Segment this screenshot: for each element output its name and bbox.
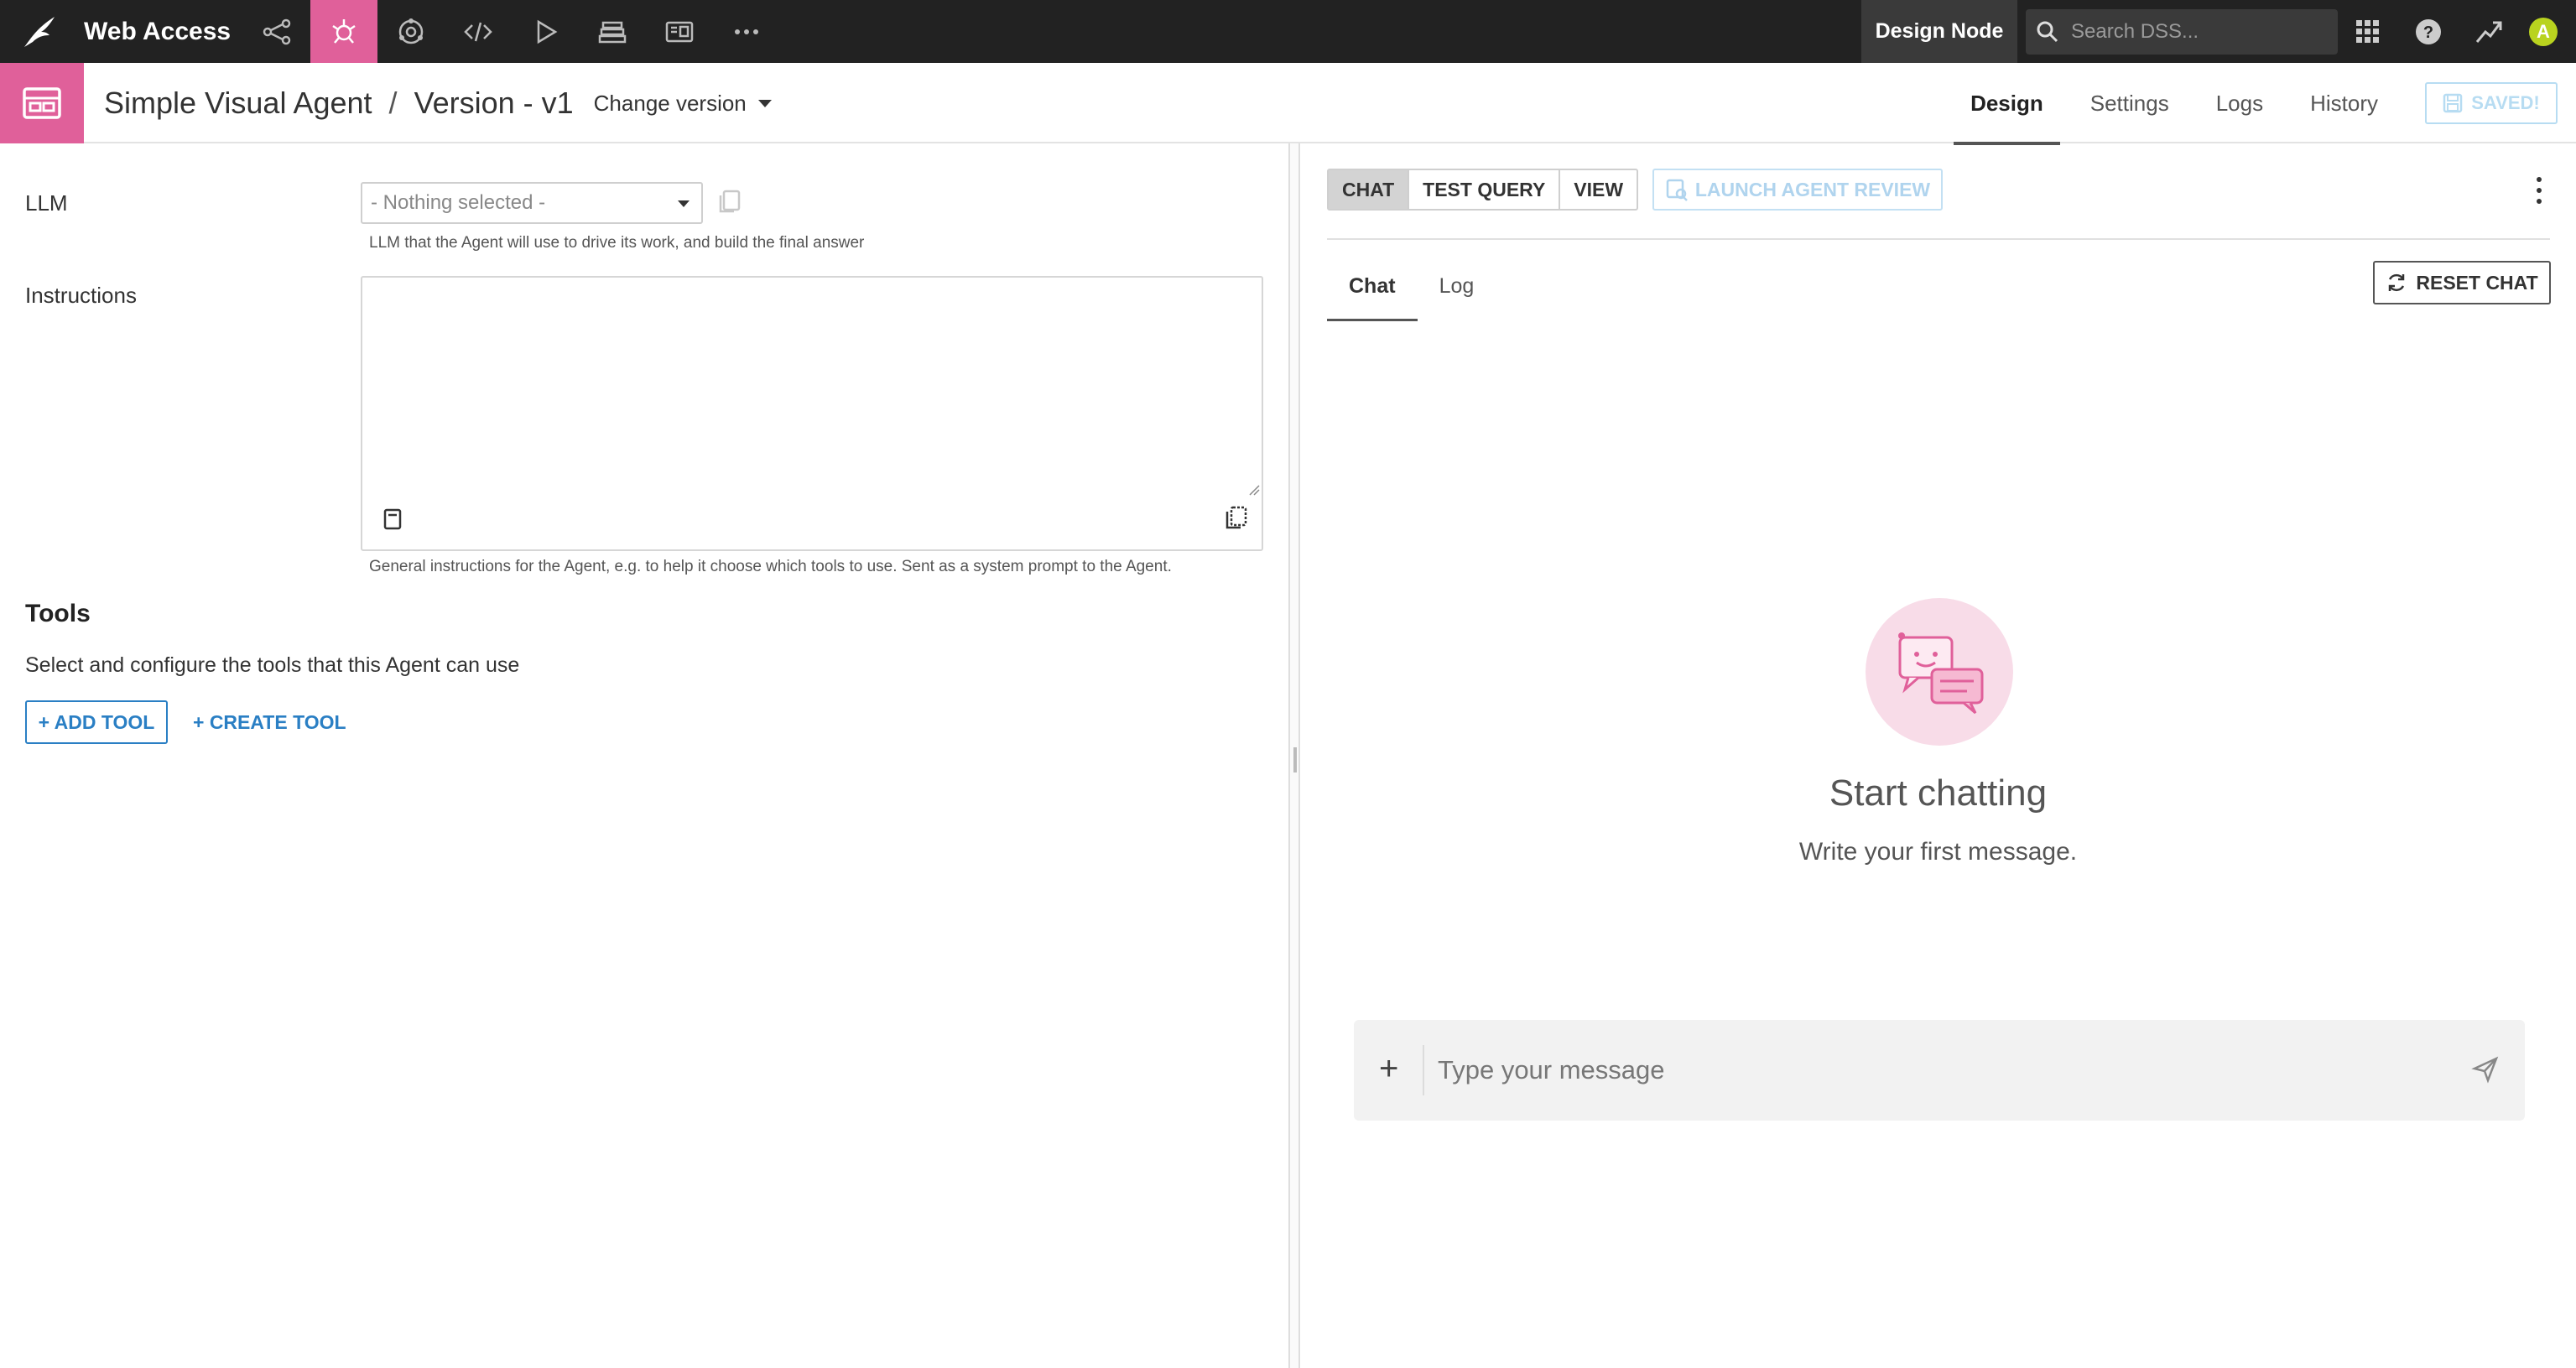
- composer-separator: [1423, 1045, 1424, 1095]
- instructions-help-text: General instructions for the Agent, e.g.…: [369, 558, 1172, 575]
- caret-down-icon: [678, 200, 690, 207]
- help-icon[interactable]: ?: [2398, 0, 2459, 63]
- chat-bubbles-icon: [1866, 598, 2013, 746]
- splitter-grip-icon[interactable]: [1293, 747, 1297, 772]
- chat-pane: CHAT TEST QUERY VIEW LAUNCH AGENT REVIEW…: [1300, 143, 2576, 1368]
- agent-object-icon: [0, 63, 84, 143]
- subtab-log[interactable]: Log: [1418, 251, 1496, 321]
- tab-history[interactable]: History: [2293, 63, 2395, 143]
- bird-logo-icon[interactable]: [18, 11, 60, 53]
- saved-button[interactable]: SAVED!: [2425, 82, 2558, 124]
- version-name: Version - v1: [414, 86, 574, 120]
- instructions-textarea[interactable]: [362, 278, 1262, 497]
- header-tabs: Design Settings Logs History SAVED!: [1947, 63, 2576, 145]
- breadcrumb: Simple Visual Agent / Version - v1 Chang…: [104, 63, 772, 143]
- apps-grid-icon[interactable]: [2338, 0, 2398, 63]
- mode-view-button[interactable]: VIEW: [1560, 170, 1637, 209]
- llm-selected-value: - Nothing selected -: [371, 191, 546, 214]
- object-name[interactable]: Simple Visual Agent: [104, 86, 372, 121]
- pane-splitter[interactable]: [1288, 143, 1300, 1368]
- caret-down-icon: [757, 99, 772, 107]
- search-box[interactable]: [2026, 8, 2338, 55]
- tab-design[interactable]: Design: [1954, 63, 2060, 145]
- breadcrumb-separator: /: [388, 86, 398, 120]
- message-input[interactable]: [1438, 1045, 2428, 1095]
- more-icon[interactable]: [713, 0, 780, 63]
- topbar-right: Design Node ? A: [1861, 0, 2576, 63]
- mode-chat-button[interactable]: CHAT: [1329, 170, 1410, 209]
- copy-icon[interactable]: [1225, 505, 1248, 534]
- agent-icon[interactable]: [310, 0, 377, 63]
- node-label[interactable]: Design Node: [1861, 0, 2017, 63]
- change-version-label: Change version: [593, 90, 747, 116]
- more-options-icon[interactable]: [2529, 174, 2549, 207]
- app-root: Web Access Design Node Search DSS... ? A…: [0, 0, 2576, 1368]
- deploy-icon[interactable]: [579, 0, 646, 63]
- instructions-box: [361, 276, 1263, 551]
- llm-help-text: LLM that the Agent will use to drive its…: [369, 234, 865, 252]
- subtab-chat[interactable]: Chat: [1327, 251, 1418, 321]
- agent-design-form: LLM - Nothing selected - LLM that the Ag…: [0, 143, 1288, 1368]
- avatar[interactable]: A: [2529, 17, 2558, 46]
- empty-state-subtitle: Write your first message.: [1798, 838, 2078, 866]
- search-icon: [2037, 21, 2058, 42]
- launch-agent-review-button[interactable]: LAUNCH AGENT REVIEW: [1652, 169, 1943, 211]
- create-tool-button[interactable]: + CREATE TOOL: [193, 700, 346, 744]
- change-version-dropdown[interactable]: Change version: [594, 91, 772, 117]
- empty-state-title: Start chatting: [1829, 772, 2048, 814]
- object-header: Simple Visual Agent / Version - v1 Chang…: [0, 63, 2576, 145]
- dashboard-icon[interactable]: [646, 0, 713, 63]
- launch-agent-review-label: LAUNCH AGENT REVIEW: [1694, 178, 1931, 200]
- svg-text:?: ?: [2423, 23, 2433, 42]
- message-composer: +: [1354, 1020, 2525, 1121]
- lab-icon[interactable]: [377, 0, 445, 63]
- mode-toggle-group: CHAT TEST QUERY VIEW: [1327, 169, 1639, 211]
- top-navigation-bar: Web Access Design Node Search DSS... ? A: [0, 0, 2576, 63]
- reset-chat-button[interactable]: RESET CHAT: [2373, 261, 2551, 304]
- saved-label: SAVED!: [2471, 92, 2540, 113]
- refresh-icon: [2389, 273, 2405, 292]
- tools-description: Select and configure the tools that this…: [25, 653, 520, 677]
- search-input[interactable]: [2071, 19, 2323, 44]
- notebook-icon[interactable]: [382, 508, 403, 534]
- save-icon: [2443, 93, 2463, 113]
- tools-title: Tools: [25, 600, 91, 627]
- reset-chat-label: RESET CHAT: [2416, 271, 2538, 294]
- project-name[interactable]: Web Access: [84, 18, 231, 46]
- add-tool-button[interactable]: + ADD TOOL: [25, 700, 168, 744]
- send-icon[interactable]: [2471, 1055, 2500, 1088]
- instructions-label: Instructions: [25, 283, 137, 308]
- copy-icon[interactable]: [718, 189, 742, 218]
- divider: [1327, 238, 2550, 240]
- flow-icon[interactable]: [243, 0, 310, 63]
- chat-subtabs: Chat Log: [1327, 251, 1496, 321]
- resize-grip-icon[interactable]: [1246, 482, 1260, 496]
- brand: Web Access: [0, 0, 243, 63]
- tab-settings[interactable]: Settings: [2074, 63, 2186, 143]
- llm-label: LLM: [25, 190, 68, 216]
- mode-test-query-button[interactable]: TEST QUERY: [1409, 170, 1561, 209]
- run-icon[interactable]: [512, 0, 579, 63]
- attach-plus-icon[interactable]: +: [1379, 1050, 1398, 1087]
- trend-icon[interactable]: [2459, 0, 2519, 63]
- tab-logs[interactable]: Logs: [2199, 63, 2280, 143]
- code-icon[interactable]: [445, 0, 512, 63]
- review-icon: [1666, 179, 1688, 201]
- main-nav: [243, 0, 780, 63]
- llm-select[interactable]: - Nothing selected -: [361, 182, 703, 224]
